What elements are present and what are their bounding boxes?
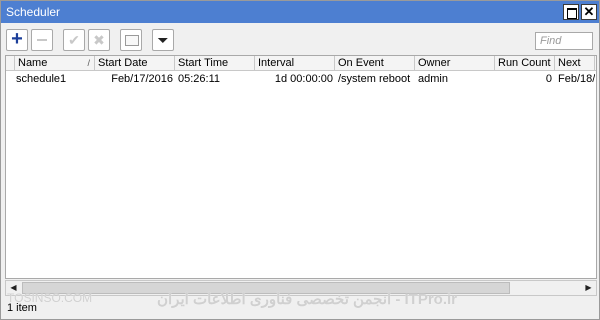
close-icon: ✕ — [583, 4, 595, 19]
cell-run-count: 0 — [545, 73, 552, 85]
column-header-start-date[interactable]: Start Date — [95, 56, 175, 71]
cell-start-date: Feb/17/2016 — [111, 73, 173, 85]
filter-icon: ⏷ — [157, 32, 169, 48]
filter-button[interactable]: ⏷ — [152, 29, 174, 51]
watermark-left: TOSINSO.COM — [7, 291, 93, 305]
title-bar[interactable]: Scheduler ✕ — [1, 1, 599, 23]
window-title: Scheduler — [6, 5, 61, 19]
cell-interval: 1d 00:00:00 — [274, 73, 333, 85]
disable-button[interactable]: ✖ — [88, 29, 110, 51]
comment-icon[interactable] — [120, 29, 142, 51]
header-spacer — [6, 56, 15, 71]
toolbar: + ✔ ✖ ⏷ — [1, 24, 599, 56]
enable-button[interactable]: ✔ — [63, 29, 85, 51]
column-header-next[interactable]: Next — [555, 56, 595, 71]
watermark: TOSINSO.COM ITPro.ir - انجمن تخصصی فناور… — [7, 291, 597, 311]
close-button[interactable]: ✕ — [581, 4, 597, 20]
maximize-icon[interactable] — [563, 4, 579, 20]
cell-name: schedule1 — [16, 73, 67, 85]
table-header: Name / Start Date Start Time Interval On… — [6, 56, 596, 71]
watermark-right: ITPro.ir - انجمن تخصصی فناوری اطلاعات ای… — [157, 291, 458, 308]
checkmark-icon: ✔ — [68, 32, 80, 48]
column-header-on-event[interactable]: On Event — [335, 56, 415, 71]
column-header-name[interactable]: Name / — [15, 56, 95, 71]
scheduler-window: Scheduler ✕ + ✔ ✖ ⏷ Find Name / Start Da — [0, 0, 600, 320]
cell-on-event: /system reboot — [338, 73, 411, 85]
cell-start-time: 05:26:11 — [178, 73, 221, 85]
sort-indicator-icon: / — [87, 58, 90, 68]
column-header-owner[interactable]: Owner — [415, 56, 495, 71]
cross-icon: ✖ — [93, 32, 105, 48]
find-input[interactable]: Find — [535, 32, 593, 50]
scheduler-table: Name / Start Date Start Time Interval On… — [5, 55, 597, 279]
plus-icon: + — [11, 28, 23, 50]
add-button[interactable]: + — [6, 29, 28, 51]
column-header-run-count[interactable]: Run Count — [495, 56, 555, 71]
column-header-start-time[interactable]: Start Time — [175, 56, 255, 71]
table-row[interactable]: schedule1 Feb/17/2016 05:26:11 1d 00:00:… — [6, 72, 596, 87]
cell-next: Feb/18/ — [558, 73, 595, 85]
column-header-label: Name — [18, 57, 48, 69]
column-header-interval[interactable]: Interval — [255, 56, 335, 71]
cell-owner: admin — [418, 73, 448, 85]
minus-icon[interactable] — [31, 29, 53, 51]
